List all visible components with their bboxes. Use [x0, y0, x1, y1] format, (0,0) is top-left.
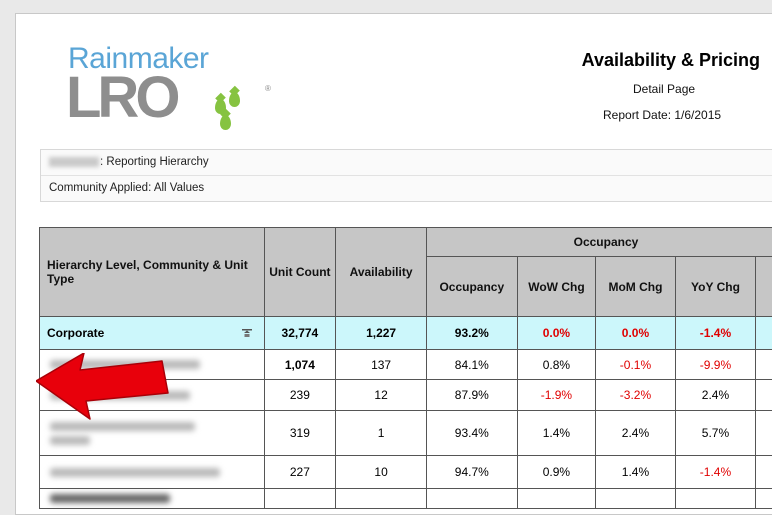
col-header-hierarchy[interactable]: Hierarchy Level, Community & Unit Type — [40, 228, 265, 317]
corporate-mom: 0.0% — [596, 317, 676, 350]
logo-drop-icon — [229, 92, 240, 107]
corporate-overflow — [756, 317, 772, 350]
occupancy-cell: 93.4% — [426, 411, 517, 456]
corporate-yoy: -1.4% — [675, 317, 756, 350]
col-header-availability[interactable]: Availability — [336, 228, 427, 317]
report-subtitle: Detail Page — [633, 82, 695, 96]
col-header-occupancy[interactable]: Occupancy — [426, 257, 517, 317]
col-header-overflow — [756, 257, 772, 317]
logo-wordmark-bottom: LRO — [66, 66, 176, 130]
occupancy-cell: 87.9% — [426, 380, 517, 411]
community-name-redacted[interactable] — [40, 489, 265, 509]
yoy-cell: 2.4% — [675, 380, 756, 411]
filter-community: Community Applied: All Values — [41, 176, 772, 201]
corporate-label: Corporate — [47, 326, 104, 340]
wow-cell: 1.4% — [517, 411, 596, 456]
col-header-unit-count[interactable]: Unit Count — [264, 228, 336, 317]
availability-cell: 137 — [336, 350, 427, 380]
unit-count-cell: 227 — [264, 456, 336, 489]
occupancy-cell: 94.7% — [426, 456, 517, 489]
filter-community-label: Community Applied: All Values — [49, 182, 204, 194]
overflow-cell — [756, 380, 772, 411]
overflow-cell — [756, 456, 772, 489]
redacted-name — [49, 157, 99, 167]
unit-count-cell — [264, 489, 336, 509]
overflow-cell — [756, 411, 772, 456]
availability-cell: 10 — [336, 456, 427, 489]
unit-count-cell: 1,074 — [264, 350, 336, 380]
sort-toggle-icon[interactable] — [242, 328, 252, 338]
wow-cell: 0.8% — [517, 350, 596, 380]
corporate-occupancy: 93.2% — [426, 317, 517, 350]
overflow-cell — [756, 489, 772, 509]
availability-cell: 12 — [336, 380, 427, 411]
mom-cell: 1.4% — [596, 456, 676, 489]
red-arrow-annotation-icon — [36, 353, 171, 433]
report-title: Availability & Pricing — [582, 50, 760, 71]
overflow-cell — [756, 350, 772, 380]
mom-cell — [596, 489, 676, 509]
yoy-cell: -9.9% — [675, 350, 756, 380]
yoy-cell: -1.4% — [675, 456, 756, 489]
corporate-availability: 1,227 — [336, 317, 427, 350]
corporate-unit-count: 32,774 — [264, 317, 336, 350]
mom-cell: 2.4% — [596, 411, 676, 456]
table-row-corporate[interactable]: Corporate 32,774 1,227 93.2% 0.0% 0.0% -… — [40, 317, 772, 350]
applied-filters-panel: : Reporting Hierarchy Community Applied:… — [40, 149, 772, 202]
filter-hierarchy: : Reporting Hierarchy — [41, 150, 772, 176]
wow-cell: 0.9% — [517, 456, 596, 489]
mom-cell: -0.1% — [596, 350, 676, 380]
logo-drop-icon — [220, 115, 231, 130]
table-row[interactable]: 227 10 94.7% 0.9% 1.4% -1.4% — [40, 456, 772, 489]
col-group-occupancy[interactable]: Occupancy — [426, 228, 772, 257]
rainmaker-lro-logo: Rainmaker LRO ® — [68, 42, 238, 134]
filter-hierarchy-label: : Reporting Hierarchy — [100, 156, 209, 168]
col-header-wow[interactable]: WoW Chg — [517, 257, 596, 317]
availability-cell — [336, 489, 427, 509]
mom-cell: -3.2% — [596, 380, 676, 411]
report-date: Report Date: 1/6/2015 — [603, 108, 721, 122]
col-header-mom[interactable]: MoM Chg — [596, 257, 676, 317]
occupancy-cell — [426, 489, 517, 509]
report-page: Rainmaker LRO ® Availability & Pricing D… — [15, 13, 772, 515]
wow-cell: -1.9% — [517, 380, 596, 411]
availability-cell: 1 — [336, 411, 427, 456]
unit-count-cell: 319 — [264, 411, 336, 456]
table-row[interactable] — [40, 489, 772, 509]
corporate-cell[interactable]: Corporate — [40, 317, 265, 350]
yoy-cell — [675, 489, 756, 509]
yoy-cell: 5.7% — [675, 411, 756, 456]
corporate-wow: 0.0% — [517, 317, 596, 350]
wow-cell — [517, 489, 596, 509]
logo-registered-mark: ® — [265, 84, 271, 93]
community-name-redacted[interactable] — [40, 456, 265, 489]
occupancy-cell: 84.1% — [426, 350, 517, 380]
col-header-yoy[interactable]: YoY Chg — [675, 257, 756, 317]
unit-count-cell: 239 — [264, 380, 336, 411]
